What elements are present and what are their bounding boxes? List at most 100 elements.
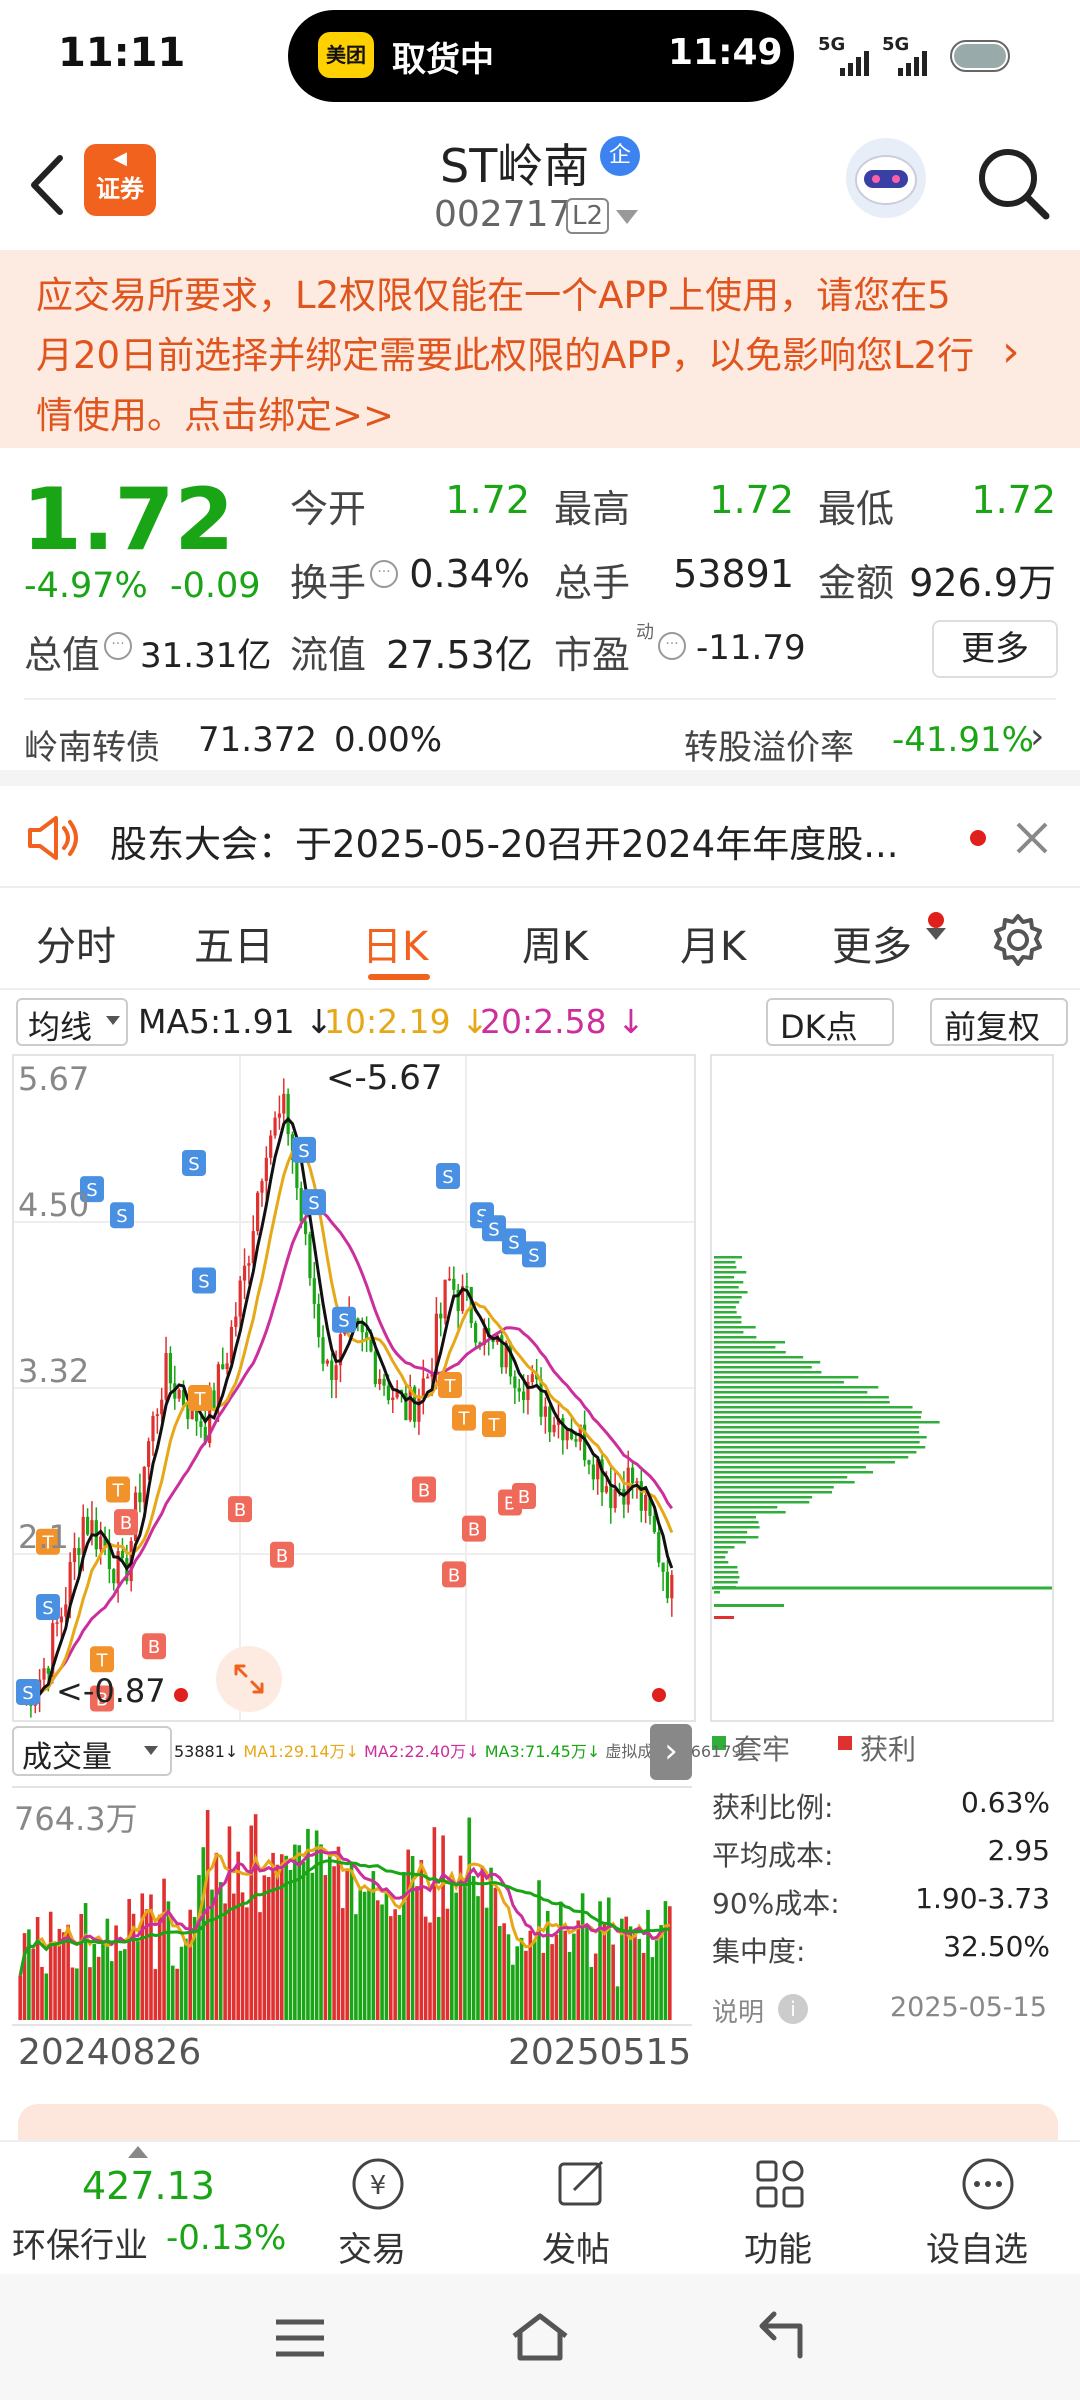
info-icon[interactable]: i (778, 1994, 808, 2024)
fullscreen-button[interactable] (216, 1646, 282, 1712)
vol-stat: MA1:29.14万↓ (243, 1742, 359, 1761)
add-watchlist-button[interactable]: 设自选 (918, 2150, 1058, 2270)
turnover-value: 0.34% (409, 552, 530, 596)
high-value: 1.72 (709, 478, 794, 522)
change-pct: -4.97% (24, 566, 148, 606)
l2-binding-banner[interactable]: 应交易所要求，L2权限仅能在一个APP上使用，请您在5月20日前选择并绑定需要此… (0, 250, 1080, 448)
open-label: 今开 (290, 487, 367, 531)
level2-badge[interactable]: L2 (566, 198, 610, 234)
svg-text:S: S (198, 1272, 209, 1293)
chip-date: 2025-05-15 (890, 1992, 1047, 2023)
volume-max-label: 764.3万 (14, 1800, 138, 1838)
caret-up-icon (128, 2146, 148, 2158)
volume-label: 成交量 (22, 1740, 112, 1775)
info-dots-icon[interactable]: ··· (104, 632, 132, 660)
volume-chart[interactable]: 764.3万 (12, 1786, 692, 2026)
battery-icon (950, 40, 1010, 72)
pe-value: -11.79 (696, 628, 806, 668)
float-value: 27.53亿 (386, 633, 533, 677)
indicator-select[interactable]: 均线 (16, 998, 128, 1046)
home-icon[interactable] (508, 2310, 572, 2364)
functions-label: 功能 (744, 2230, 812, 2270)
meituan-logo: 美团 (318, 32, 374, 78)
announcement-bar[interactable]: 股东大会：于2025-05-20召开2024年年度股... (0, 790, 1080, 886)
svg-text:B: B (234, 1500, 246, 1521)
kline-plot: SSSSSSSSSSSSSSBBBBBBBBB BTTTTTT T (14, 1056, 694, 1720)
high-label: 最高 (554, 487, 631, 531)
kline-chart[interactable]: SSSSSSSSSSSSSSBBBBBBBBBBTTTTTTT 5.67 4.5… (12, 1054, 696, 1722)
expand-panel-button[interactable]: › (650, 1724, 692, 1780)
premium-label: 转股溢价率 (684, 728, 854, 768)
tab-intraday[interactable]: 分时 (36, 914, 116, 972)
trade-label: 交易 (338, 2230, 406, 2270)
dk-point-select[interactable]: DK点 (766, 998, 894, 1046)
dropdown-triangle-icon (926, 928, 946, 940)
chip-distribution[interactable] (710, 1054, 1054, 1722)
stock-code: 002717 (434, 194, 572, 235)
svg-text:S: S (188, 1154, 199, 1175)
tab-daily-k[interactable]: 日K (362, 914, 428, 972)
svg-text:S: S (442, 1167, 453, 1188)
index-name[interactable]: 环保行业 (12, 2218, 148, 2267)
menu-icon[interactable] (272, 2316, 328, 2360)
search-icon[interactable] (974, 144, 1054, 224)
back-nav-icon[interactable] (750, 2310, 810, 2364)
chip-row: 90%成本: 1.90-3.73 (710, 1882, 1050, 1930)
robot-assistant-avatar[interactable] (846, 138, 926, 218)
adjust-select[interactable]: 前复权 (930, 998, 1068, 1046)
adjust-label: 前复权 (944, 1008, 1041, 1046)
svg-text:S: S (508, 1232, 519, 1253)
unread-dot (970, 830, 986, 846)
post-button[interactable]: 发帖 (520, 2150, 640, 2270)
tab-more[interactable]: 更多 (832, 914, 912, 972)
dropdown-triangle-icon (144, 1746, 158, 1755)
chip-note-label: 说明 (712, 1998, 765, 2028)
current-price: 1.72 (22, 470, 235, 570)
chip-stat-label: 获利比例: (712, 1791, 834, 1824)
chart-tabs: 分时 五日 日K 周K 月K 更多 (0, 888, 1080, 988)
announcement-text: 股东大会：于2025-05-20召开2024年年度股... (110, 823, 899, 866)
index-change: -0.13% (166, 2218, 287, 2258)
profit-legend: 获利 (860, 1733, 917, 1766)
trade-button[interactable]: ¥ 交易 (316, 2150, 436, 2270)
mktcap-value: 31.31亿 (140, 636, 272, 676)
low-value: 1.72 (971, 478, 1056, 522)
more-quote-button[interactable]: 更多 (932, 620, 1058, 678)
vol-stat: MA3:71.45万↓ (484, 1742, 601, 1761)
stock-name: ST岭南 (440, 139, 590, 193)
dropdown-triangle-icon (106, 1016, 120, 1025)
back-arrow-icon[interactable] (24, 150, 74, 220)
expand-icon (234, 1664, 264, 1694)
change-value: -0.09 (170, 566, 261, 606)
close-icon[interactable] (1014, 820, 1050, 856)
system-nav-bar (0, 2274, 1080, 2400)
chip-stat-value: 1.90-3.73 (915, 1882, 1050, 1915)
svg-text:B: B (276, 1546, 288, 1567)
edit-icon (558, 2160, 604, 2206)
tab-weekly-k[interactable]: 周K (522, 914, 588, 972)
svg-text:¥: ¥ (370, 2171, 387, 2201)
info-dots-icon[interactable]: ··· (370, 560, 398, 588)
promo-strip[interactable] (18, 2104, 1058, 2144)
signal-icon (898, 51, 927, 76)
info-dots-icon[interactable]: ··· (658, 632, 686, 660)
settings-gear-icon[interactable] (990, 912, 1046, 968)
app-logo[interactable]: ◀ 证券 (84, 144, 156, 216)
live-activity-pill[interactable]: 美团 取货中 11:49 (288, 10, 794, 102)
chip-stat-label: 平均成本: (712, 1839, 834, 1872)
event-dot (652, 1688, 666, 1702)
amount-value: 926.9万 (909, 561, 1056, 605)
bond-change: 0.00% (334, 720, 443, 760)
svg-text:T: T (112, 1480, 125, 1501)
section-gap (0, 770, 1080, 786)
logo-mark-icon: ◀ (113, 148, 127, 169)
volume-indicator-select[interactable]: 成交量 (12, 1726, 172, 1776)
functions-button[interactable]: 功能 (720, 2150, 840, 2270)
chip-row: 平均成本: 2.95 (710, 1834, 1050, 1882)
chip-stat-value: 0.63% (961, 1786, 1050, 1819)
tab-monthly-k[interactable]: 月K (680, 914, 746, 972)
index-value[interactable]: 427.13 (82, 2164, 215, 2208)
chip-row: 获利比例: 0.63% (710, 1786, 1050, 1834)
tab-five-day[interactable]: 五日 (194, 914, 274, 972)
dropdown-triangle-icon[interactable] (616, 210, 638, 226)
